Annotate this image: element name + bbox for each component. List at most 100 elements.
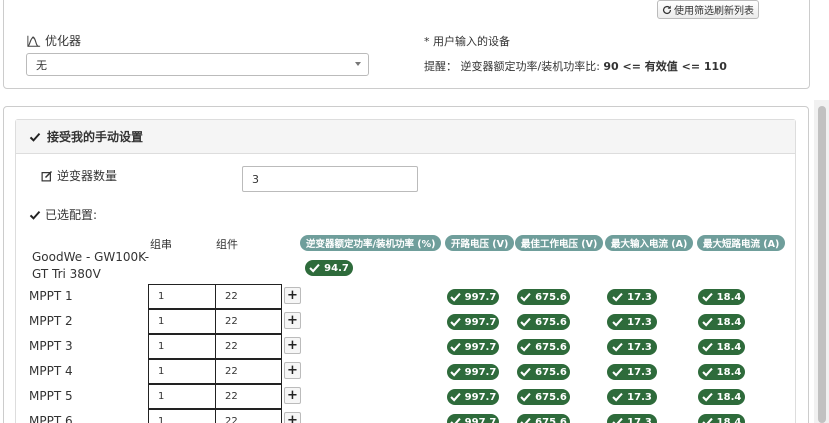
voc-badge: 997.7	[447, 339, 499, 355]
plus-icon[interactable]: +	[284, 362, 301, 379]
check-icon	[701, 317, 713, 327]
check-icon	[701, 392, 713, 402]
modules-input[interactable]	[215, 409, 282, 423]
modules-input[interactable]	[215, 384, 282, 409]
strings-input[interactable]	[148, 359, 216, 384]
isc-badge-value: 18.4	[716, 416, 742, 423]
ratio-tip: 提醒： 逆变器额定功率/装机功率比: 90 <= 有效值 <= 110	[424, 58, 727, 74]
vmp-badge: 675.6	[517, 339, 570, 355]
strings-input[interactable]	[148, 284, 216, 309]
vmp-badge-value: 675.6	[535, 366, 567, 378]
refresh-list-label: 使用筛选刷新列表	[674, 6, 754, 17]
inverter-count-label-row: 逆变器数量	[41, 167, 117, 184]
refresh-icon	[662, 5, 672, 15]
voc-badge-value: 997.7	[464, 366, 497, 378]
isc-badge-value: 18.4	[716, 341, 742, 353]
manual-settings-header[interactable]: 接受我的手动设置	[16, 120, 795, 154]
plus-icon[interactable]: +	[284, 412, 301, 423]
strings-input[interactable]	[148, 334, 216, 359]
check-icon	[449, 292, 461, 302]
inverter-count-label: 逆变器数量	[57, 169, 118, 183]
header-vmp: 最佳工作电压 (V)	[515, 235, 604, 251]
imax-badge-value: 17.3	[627, 291, 652, 303]
scrollbar-thumb[interactable]	[818, 106, 826, 423]
ratio-tip-rule: 90 <= 有效值 <= 110	[603, 60, 727, 73]
imax-badge: 17.3	[607, 314, 657, 330]
voc-badge: 997.7	[447, 314, 499, 330]
imax-badge: 17.3	[607, 389, 657, 405]
check-icon	[520, 342, 531, 352]
imax-badge: 17.3	[607, 339, 657, 355]
check-icon	[612, 417, 623, 423]
vmp-badge: 675.6	[517, 364, 570, 380]
plus-icon[interactable]: +	[284, 287, 301, 304]
modules-input[interactable]	[215, 359, 282, 384]
check-icon	[612, 292, 623, 302]
plus-icon[interactable]: +	[284, 337, 301, 354]
voc-badge-value: 997.7	[464, 316, 497, 328]
imax-badge-value: 17.3	[627, 391, 652, 403]
imax-badge: 17.3	[607, 414, 657, 423]
check-icon	[29, 209, 41, 221]
check-icon	[701, 292, 713, 302]
refresh-list-button[interactable]: 使用筛选刷新列表	[657, 0, 759, 19]
isc-badge-value: 18.4	[716, 291, 742, 303]
voc-badge-value: 997.7	[464, 291, 497, 303]
voc-badge-value: 997.7	[464, 341, 497, 353]
optimizer-icon	[26, 34, 42, 48]
optimizer-select[interactable]: 无	[26, 53, 369, 76]
check-icon	[520, 417, 531, 423]
user-input-note: * 用户输入的设备	[424, 35, 510, 48]
check-icon	[701, 367, 713, 377]
check-icon	[612, 392, 623, 402]
vmp-badge: 675.6	[517, 289, 570, 305]
vmp-badge-value: 675.6	[535, 291, 567, 303]
inverter-count-input[interactable]	[242, 166, 418, 192]
modules-input[interactable]	[215, 334, 282, 359]
check-icon	[449, 367, 461, 377]
chevron-down-icon	[355, 62, 361, 66]
mppt-label: MPPT 1	[29, 289, 73, 303]
imax-badge-value: 17.3	[627, 341, 652, 353]
isc-badge: 18.4	[698, 339, 745, 355]
check-icon	[449, 342, 461, 352]
manual-settings-title: 接受我的手动设置	[47, 130, 144, 144]
inverter-name: GoodWe - GW100K-GT Tri 380V	[32, 250, 150, 281]
optimizer-select-value: 无	[36, 58, 47, 72]
voc-badge: 997.7	[447, 414, 499, 423]
voc-badge: 997.7	[447, 364, 499, 380]
check-icon	[612, 367, 623, 377]
optimizer-label: 优化器	[45, 34, 82, 48]
vmp-badge: 675.6	[517, 389, 570, 405]
mppt-label: MPPT 6	[29, 414, 73, 423]
vmp-badge: 675.6	[517, 414, 570, 423]
imax-badge: 17.3	[607, 364, 657, 380]
vmp-badge-value: 675.6	[535, 341, 567, 353]
strings-input[interactable]	[148, 309, 216, 334]
modules-input[interactable]	[215, 284, 282, 309]
isc-badge: 18.4	[698, 364, 745, 380]
strings-input[interactable]	[148, 384, 216, 409]
isc-badge-value: 18.4	[716, 366, 742, 378]
ratio-badge: 94.7	[305, 260, 353, 276]
plus-icon[interactable]: +	[284, 312, 301, 329]
strings-input[interactable]	[148, 409, 216, 423]
voc-badge: 997.7	[447, 389, 499, 405]
column-modules-header: 组件	[216, 238, 238, 251]
column-strings-header: 组串	[150, 238, 172, 251]
mppt-label: MPPT 3	[29, 339, 73, 353]
imax-badge-value: 17.3	[627, 316, 652, 328]
ratio-value: 94.7	[324, 262, 349, 274]
plus-icon[interactable]: +	[284, 387, 301, 404]
voc-badge-value: 997.7	[464, 391, 497, 403]
vmp-badge-value: 675.6	[535, 316, 567, 328]
check-icon	[612, 342, 623, 352]
vmp-badge: 675.6	[517, 314, 570, 330]
mppt-label: MPPT 2	[29, 314, 73, 328]
header-ratio: 逆变器额定功率/装机功率 (%)	[300, 235, 442, 251]
selected-config-label-row: 已选配置:	[29, 206, 97, 223]
selected-config-label: 已选配置:	[45, 208, 98, 222]
isc-badge-value: 18.4	[716, 316, 742, 328]
imax-badge: 17.3	[607, 289, 657, 305]
modules-input[interactable]	[215, 309, 282, 334]
